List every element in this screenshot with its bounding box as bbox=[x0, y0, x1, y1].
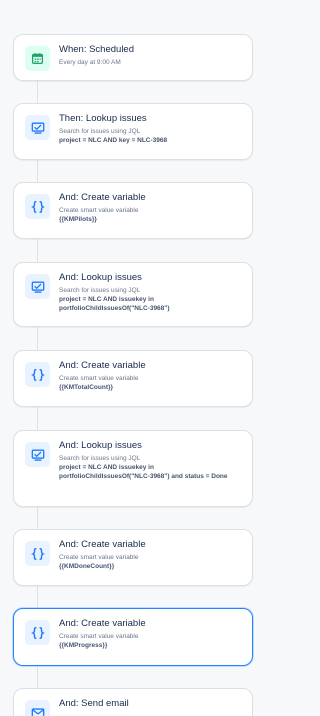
step-title: And: Create variable bbox=[59, 539, 146, 550]
step-title: Then: Lookup issues bbox=[59, 113, 147, 124]
automation-rule-canvas: When: Scheduled Every day at 9:00 AM The… bbox=[0, 0, 265, 716]
step-detail: project = NLC AND key = NLC-3968 bbox=[59, 137, 168, 144]
step-subtitle: Create smart value variable bbox=[59, 633, 139, 640]
step-subtitle: Every day at 9:00 AM bbox=[59, 59, 121, 66]
lookup-issues-icon bbox=[25, 115, 50, 140]
rule-step-card[interactable]: And: Create variable Create smart value … bbox=[13, 350, 253, 407]
step-detail: {{KMProgress}} bbox=[59, 642, 108, 649]
email-icon bbox=[25, 700, 50, 716]
step-title: And: Create variable bbox=[59, 618, 146, 629]
braces-icon bbox=[25, 362, 50, 387]
rule-step-card[interactable]: And: Send email bbox=[13, 688, 253, 716]
step-subtitle: Create smart value variable bbox=[59, 554, 139, 561]
rule-step-card[interactable]: And: Create variable Create smart value … bbox=[13, 182, 253, 239]
step-title: When: Scheduled bbox=[59, 44, 134, 55]
lookup-issues-icon bbox=[25, 274, 50, 299]
step-subtitle: Create smart value variable bbox=[59, 375, 139, 382]
rule-step-card[interactable]: Then: Lookup issues Search for issues us… bbox=[13, 103, 253, 160]
step-title: And: Create variable bbox=[59, 360, 146, 371]
step-detail: {{KMPilots}} bbox=[59, 216, 97, 223]
step-title: And: Lookup issues bbox=[59, 272, 142, 283]
step-subtitle: Search for issues using JQL bbox=[59, 128, 141, 135]
step-detail: {{KMTotalCount}} bbox=[59, 384, 114, 391]
rule-step-card[interactable]: And: Lookup issues Search for issues usi… bbox=[13, 262, 253, 327]
step-detail: project = NLC AND issuekey in portfolioC… bbox=[59, 464, 228, 480]
braces-icon bbox=[25, 620, 50, 645]
step-subtitle: Search for issues using JQL bbox=[59, 287, 141, 294]
calendar-icon bbox=[25, 46, 50, 71]
step-title: And: Lookup issues bbox=[59, 440, 142, 451]
step-title: And: Create variable bbox=[59, 192, 146, 203]
lookup-issues-icon bbox=[25, 442, 50, 467]
rule-step-card-selected[interactable]: And: Create variable Create smart value … bbox=[13, 608, 253, 666]
rule-step-card[interactable]: And: Lookup issues Search for issues usi… bbox=[13, 430, 253, 507]
rule-step-card[interactable]: And: Create variable Create smart value … bbox=[13, 529, 253, 586]
step-subtitle: Create smart value variable bbox=[59, 207, 139, 214]
step-subtitle: Search for issues using JQL bbox=[59, 455, 141, 462]
step-detail: project = NLC AND issuekey in portfolioC… bbox=[59, 296, 170, 312]
step-title: And: Send email bbox=[59, 698, 129, 709]
step-detail: {{KMDoneCount}} bbox=[59, 563, 115, 570]
braces-icon bbox=[25, 541, 50, 566]
braces-icon bbox=[25, 194, 50, 219]
rule-step-card[interactable]: When: Scheduled Every day at 9:00 AM bbox=[13, 34, 253, 81]
